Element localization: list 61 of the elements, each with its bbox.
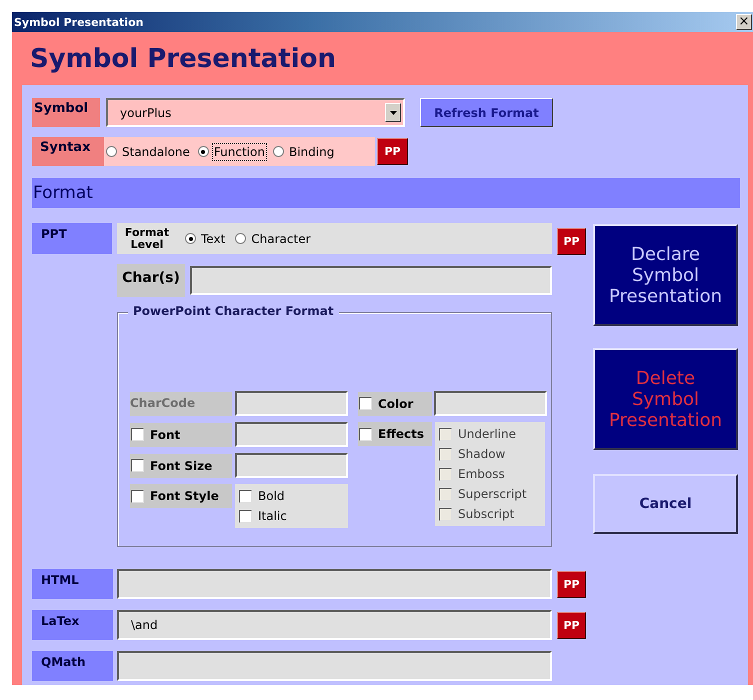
pp-button[interactable]: PP bbox=[557, 612, 586, 638]
field-label: CharCode bbox=[130, 392, 232, 416]
input-field[interactable] bbox=[235, 391, 348, 416]
checkbox-label: Shadow bbox=[458, 447, 506, 461]
radio-label: Function bbox=[212, 142, 267, 160]
action-button[interactable]: Declare Symbol Presentation bbox=[593, 224, 738, 326]
checkbox[interactable] bbox=[131, 428, 144, 441]
checkbox-label: Subscript bbox=[458, 507, 514, 521]
group-title: PowerPoint Character Format bbox=[128, 304, 339, 318]
field-label: Effects bbox=[378, 427, 424, 441]
field-label: Color bbox=[378, 396, 414, 410]
dialog-heading: Symbol Presentation bbox=[30, 44, 336, 74]
input-field[interactable]: \and bbox=[117, 610, 552, 640]
checkbox[interactable] bbox=[131, 459, 144, 472]
dropdown-arrow-icon bbox=[390, 110, 396, 114]
input-field[interactable] bbox=[235, 422, 348, 447]
symbol-dropdown[interactable]: yourPlus bbox=[106, 98, 405, 127]
field-label: Format Level bbox=[124, 226, 170, 250]
input-field[interactable] bbox=[235, 453, 348, 478]
checkbox-label: Italic bbox=[258, 509, 287, 523]
field-label: Font Size bbox=[150, 458, 212, 472]
field-label: Syntax bbox=[32, 137, 104, 166]
radio-label: Text bbox=[200, 230, 226, 248]
radio-button[interactable] bbox=[272, 146, 284, 157]
section-header: Format bbox=[33, 183, 93, 203]
radio-button[interactable] bbox=[106, 146, 117, 157]
checkbox[interactable] bbox=[359, 428, 372, 440]
action-button[interactable]: Cancel bbox=[593, 474, 738, 534]
field-label: LaTex bbox=[32, 610, 113, 640]
field-label: PPT bbox=[32, 223, 112, 254]
field-label: HTML bbox=[32, 569, 113, 599]
checkbox-label: Superscript bbox=[458, 487, 527, 501]
refresh-format-button[interactable]: Refresh Format bbox=[420, 98, 553, 127]
input-field[interactable] bbox=[434, 391, 547, 416]
radio-button[interactable] bbox=[235, 233, 246, 244]
field-label: QMath bbox=[32, 651, 113, 681]
action-button[interactable]: Delete Symbol Presentation bbox=[593, 348, 738, 450]
field-label: Font Style bbox=[150, 489, 219, 503]
checkbox[interactable] bbox=[131, 490, 144, 502]
checkbox[interactable] bbox=[239, 490, 252, 502]
input-field[interactable] bbox=[117, 651, 552, 681]
pp-button[interactable]: PP bbox=[557, 228, 586, 255]
radio-label: Binding bbox=[288, 144, 336, 160]
checkbox-label: Emboss bbox=[458, 467, 505, 481]
radio-button[interactable] bbox=[198, 146, 209, 157]
field-label: Font bbox=[150, 428, 180, 442]
checkbox-label: Bold bbox=[258, 489, 285, 503]
close-button[interactable]: × bbox=[736, 14, 752, 30]
checkbox[interactable] bbox=[359, 397, 372, 410]
pp-button[interactable]: PP bbox=[557, 570, 586, 598]
checkbox[interactable] bbox=[239, 510, 252, 522]
radio-label: Character bbox=[250, 230, 312, 248]
pp-button[interactable]: PP bbox=[377, 138, 408, 165]
radio-button[interactable] bbox=[185, 233, 196, 244]
input-field[interactable] bbox=[117, 569, 552, 599]
input-field[interactable] bbox=[190, 266, 552, 295]
window-title: Symbol Presentation bbox=[14, 16, 144, 28]
field-label: Symbol bbox=[32, 98, 100, 127]
radio-label: Standalone bbox=[121, 144, 191, 160]
field-label: Char(s) bbox=[117, 264, 185, 297]
checkbox-label: Underline bbox=[458, 427, 516, 441]
